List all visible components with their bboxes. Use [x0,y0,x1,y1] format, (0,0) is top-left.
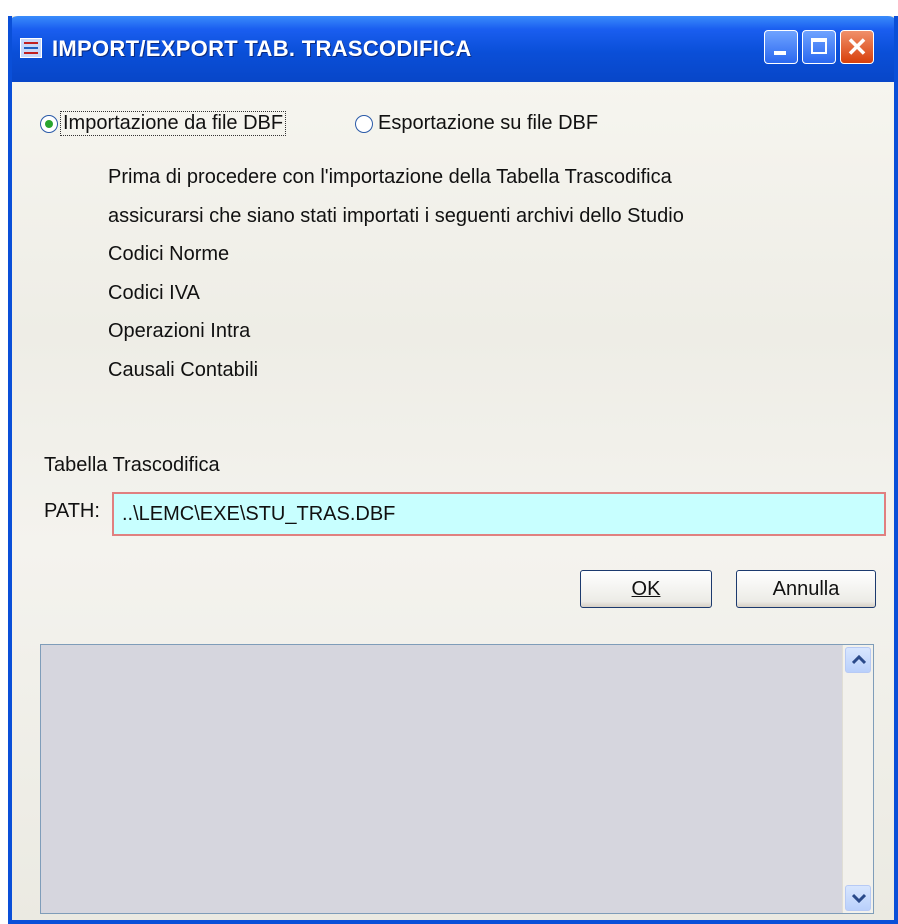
close-button[interactable]: ✕ [840,30,874,64]
title-bar[interactable]: IMPORT/EXPORT TAB. TRASCODIFICA ✕ [12,16,894,82]
radio-export-indicator[interactable] [355,114,373,133]
info-line: Codici Norme [108,243,230,265]
radio-import[interactable]: Importazione da file DBF [40,111,287,136]
scroll-up-button[interactable] [845,647,871,673]
info-line: Operazioni Intra [108,320,251,342]
info-line: Causali Contabili [108,358,259,381]
maximize-button[interactable] [802,30,836,64]
scroll-up-arrow-icon [852,655,866,665]
scroll-down-arrow-icon [852,893,866,903]
dialog-window: IMPORT/EXPORT TAB. TRASCODIFICA ✕ Import… [8,16,898,924]
cancel-button[interactable]: Annulla [736,570,876,608]
dialog-content: Importazione da file DBF Esportazione su… [12,82,894,920]
ok-button[interactable]: OK [580,570,712,608]
table-label: Tabella Trascodifica [44,454,220,476]
log-area[interactable] [40,644,874,914]
radio-import-label[interactable]: Importazione da file DBF [59,111,287,136]
path-input[interactable] [112,492,886,536]
table-icon[interactable] [20,38,42,58]
radio-export[interactable]: Esportazione su file DBF [355,112,600,135]
path-label: PATH: [44,500,100,522]
maximize-icon [811,38,827,54]
close-icon: ✕ [846,32,868,62]
info-text: Prima di procedere con l'importazione de… [108,158,684,389]
ok-button-label: OK [631,578,661,600]
minimize-button[interactable] [764,30,798,64]
cancel-button-label: Annulla [772,578,840,600]
radio-import-indicator[interactable] [40,114,58,133]
minimize-icon [774,51,786,55]
info-line: Prima di procedere con l'importazione de… [108,166,672,188]
scroll-down-button[interactable] [845,885,871,911]
info-line: assicurarsi che siano stati importati i … [108,204,684,227]
vertical-scrollbar[interactable] [842,645,873,913]
window-title: IMPORT/EXPORT TAB. TRASCODIFICA [52,36,472,61]
radio-export-label[interactable]: Esportazione su file DBF [376,112,600,135]
info-line: Codici IVA [108,281,200,304]
